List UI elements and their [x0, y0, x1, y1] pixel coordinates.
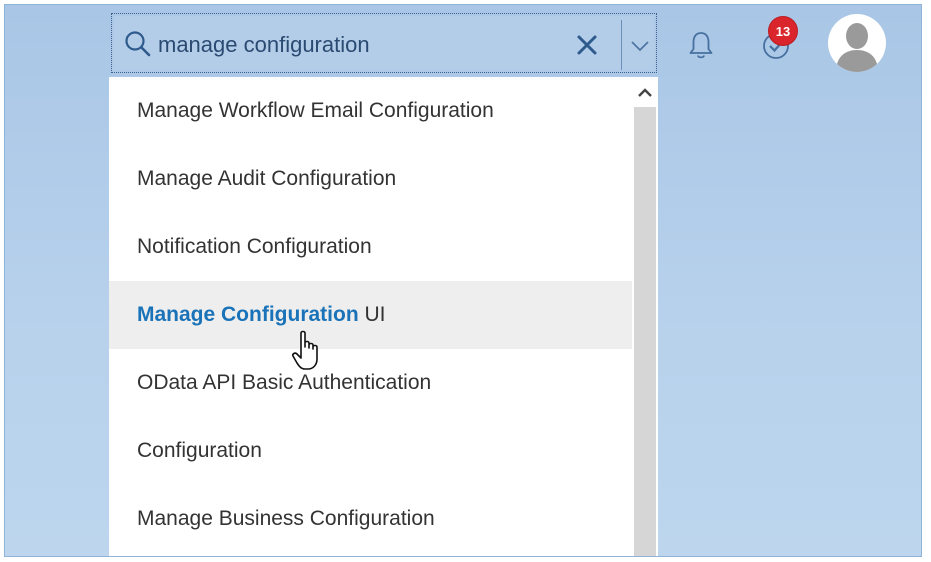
suggestion-scrollbar[interactable] [632, 77, 658, 556]
user-silhouette-icon [836, 23, 878, 72]
bell-icon[interactable] [687, 29, 715, 61]
suggestion-item[interactable]: Notification Configuration [109, 213, 632, 281]
suggestion-item-hovered[interactable]: Manage Configuration UI [109, 281, 632, 349]
suggestion-item[interactable]: Manage Workflow Email Configuration [109, 77, 632, 145]
suggestion-item[interactable]: Manage Business Configuration [109, 485, 632, 553]
scrollbar-thumb[interactable] [634, 107, 656, 556]
suggestion-item[interactable]: Configuration [109, 417, 632, 485]
suggestion-match-text: Manage Configuration [137, 303, 359, 326]
app-frame: 13 Manage Workflow Email Configuration M… [4, 4, 922, 557]
search-box[interactable] [111, 13, 657, 73]
suggestion-rest-text: UI [358, 303, 386, 326]
search-box-inner [114, 16, 654, 70]
avatar[interactable] [828, 14, 886, 72]
hand-pointer-icon [292, 330, 318, 370]
suggestion-item[interactable]: Manage Audit Configuration [109, 145, 632, 213]
search-icon [125, 31, 151, 57]
search-divider [621, 20, 622, 70]
suggestion-item[interactable]: OData API Basic Authentication [109, 349, 632, 417]
chevron-down-icon[interactable] [624, 22, 656, 68]
tasks-count-badge: 13 [768, 16, 798, 46]
chevron-up-icon[interactable] [632, 77, 658, 107]
suggestion-list: Manage Workflow Email Configuration Mana… [109, 77, 632, 556]
close-icon[interactable] [572, 30, 602, 60]
search-input[interactable] [158, 30, 558, 60]
